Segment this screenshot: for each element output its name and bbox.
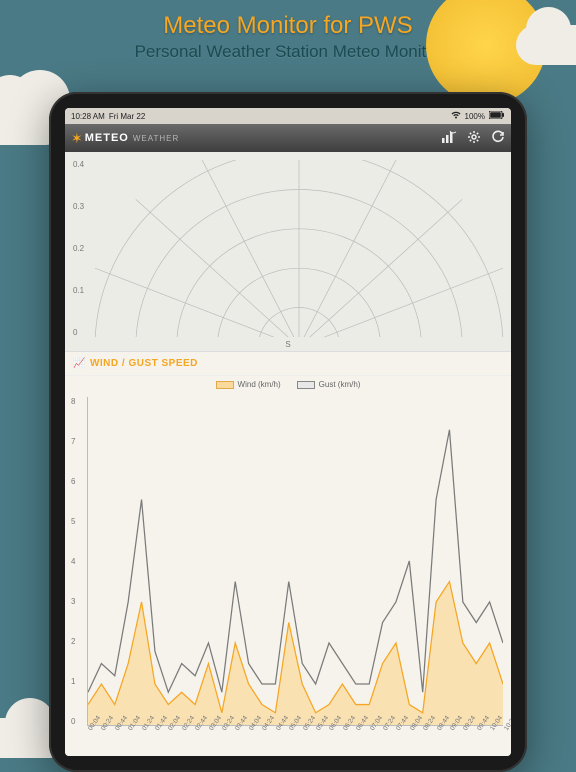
y-axis-ticks: 012345678 — [71, 397, 75, 726]
bg-cloud — [516, 25, 576, 65]
brand-icon: ✶ — [71, 130, 83, 147]
wifi-icon — [451, 111, 461, 121]
battery-icon — [489, 111, 505, 121]
brand: ✶ METEO WEATHER — [71, 130, 179, 147]
brand-main: METEO — [85, 132, 129, 144]
polar-grid — [95, 160, 503, 337]
chart-icon: 📈 — [73, 358, 86, 369]
chart-legend: Wind (km/h) Gust (km/h) — [65, 376, 511, 393]
plot-area — [87, 397, 503, 726]
refresh-icon[interactable] — [491, 130, 505, 147]
status-bar: 10:28 AM Fri Mar 22 100% — [65, 108, 511, 124]
ipad-screen: 10:28 AM Fri Mar 22 100% ✶ METEO WEATHER — [65, 108, 511, 756]
app-toolbar: ✶ METEO WEATHER — [65, 124, 511, 152]
section-header: 📈 WIND / GUST SPEED — [65, 352, 511, 376]
x-axis-ticks: 00:0400:2400:4401:0401:2401:4402:0402:24… — [87, 728, 503, 752]
polar-y-axis: 0.40.30.20.10 — [73, 152, 84, 351]
legend-gust: Gust (km/h) — [297, 380, 361, 389]
section-title: WIND / GUST SPEED — [90, 358, 198, 369]
charts-icon[interactable] — [441, 130, 457, 147]
gear-icon[interactable] — [467, 130, 481, 147]
polar-south-label: S — [285, 340, 290, 349]
ipad-frame: 10:28 AM Fri Mar 22 100% ✶ METEO WEATHER — [49, 92, 527, 772]
wind-gust-chart[interactable]: 012345678 00:0400:2400:4401:0401:2401:44… — [65, 393, 511, 756]
battery-pct: 100% — [465, 112, 485, 121]
status-date: Fri Mar 22 — [109, 112, 145, 121]
legend-wind: Wind (km/h) — [216, 380, 281, 389]
status-time: 10:28 AM — [71, 112, 105, 121]
polar-chart-pane[interactable]: 0.40.30.20.10 — [65, 152, 511, 352]
brand-sub: WEATHER — [133, 134, 179, 143]
